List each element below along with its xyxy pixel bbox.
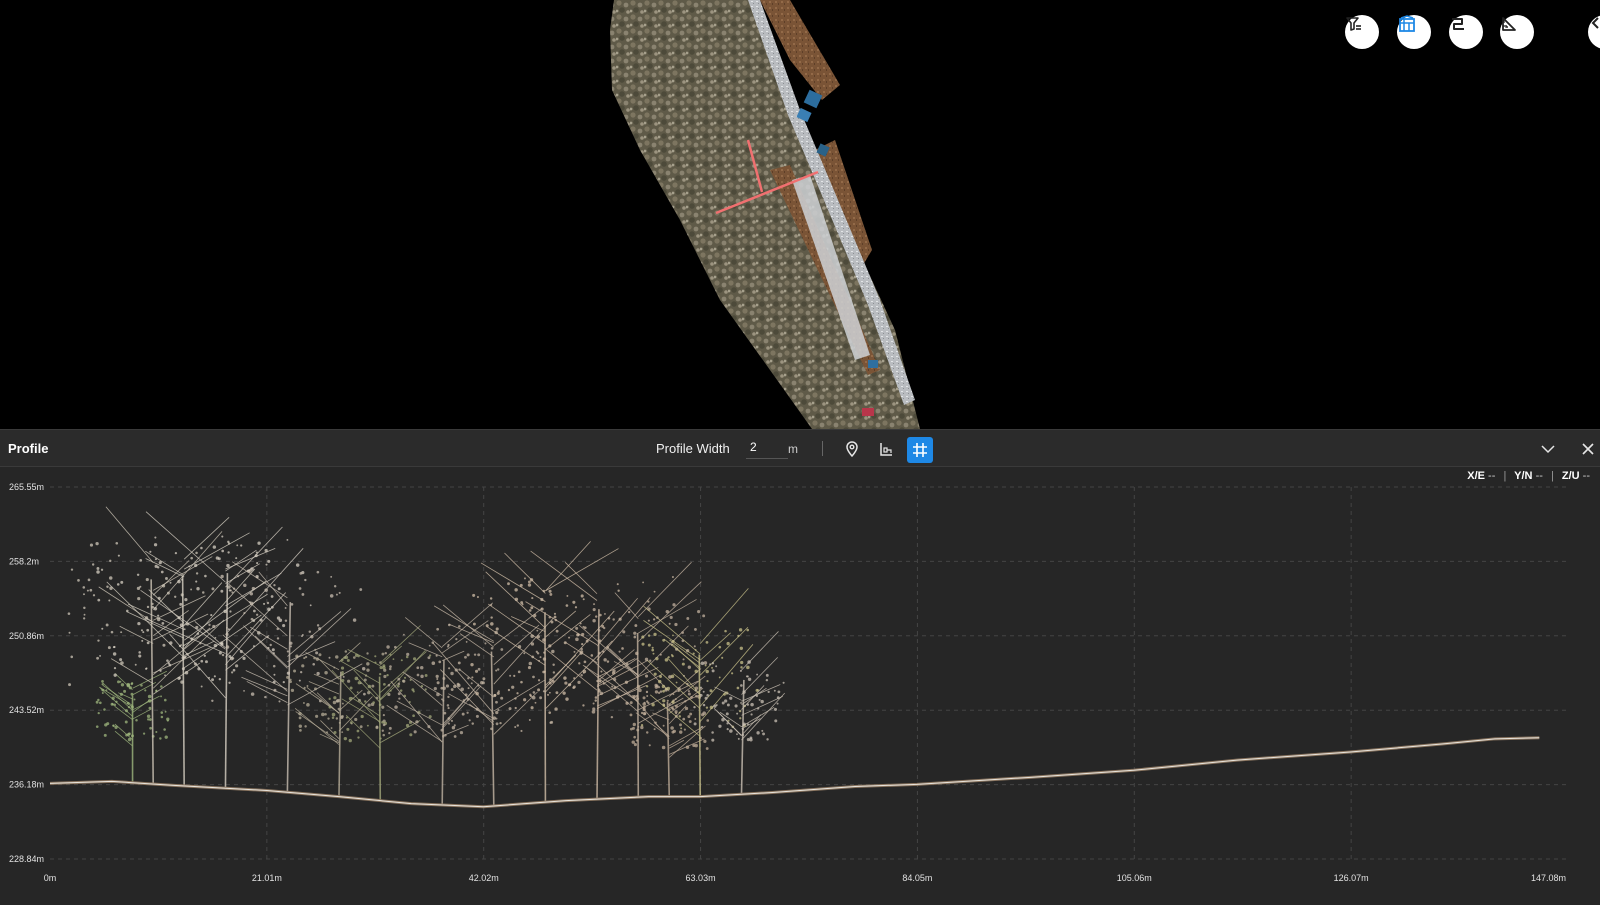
cursor-coordinates: X/E -- | Y/N -- | Z/U -- — [1467, 470, 1590, 482]
x-tick-label: 126.07m — [1334, 873, 1369, 883]
grid-icon — [913, 443, 927, 457]
profile-title: Profile — [8, 441, 49, 456]
coord-z-label: Z/U — [1561, 470, 1580, 482]
close-profile-button[interactable] — [1577, 438, 1599, 460]
tree-point-cluster — [95, 670, 170, 783]
collapse-profile-button[interactable] — [1537, 438, 1559, 460]
tree-point-cluster — [286, 642, 392, 797]
ground-profile-icon — [880, 443, 892, 456]
tree-point-cluster — [137, 511, 312, 789]
profile-panel: 0m 21.01m 42.02m 63.03m 84.05m 105.06m 126.07m… — [0, 429, 1600, 905]
ground-profile-button[interactable] — [875, 438, 897, 460]
profile-header: Profile Profile Width m — [0, 429, 1600, 467]
profile-width-label: Profile Width — [656, 441, 730, 456]
grid-toggle-button[interactable] — [907, 437, 933, 463]
x-tick-label: 21.01m — [252, 873, 282, 883]
x-tick-label: 84.05m — [902, 873, 932, 883]
y-tick-label: 258.2m — [9, 556, 39, 566]
coord-z-value: -- — [1582, 470, 1590, 482]
chevron-left-icon — [1591, 17, 1599, 29]
y-tick-label: 265.55m — [9, 482, 44, 492]
tree-point-cluster — [67, 506, 239, 785]
coord-x-value: -- — [1488, 470, 1496, 482]
building-4 — [868, 360, 878, 368]
chevron-down-icon — [1541, 445, 1555, 454]
route-icon — [1452, 18, 1464, 30]
ground-profile-line — [49, 736, 1540, 809]
profile-width-unit: m — [788, 442, 798, 456]
point-cloud-scene — [610, 0, 920, 429]
profile-plot[interactable]: 0m 21.01m 42.02m 63.03m 84.05m 105.06m 126.07m… — [0, 429, 1600, 905]
coord-x-label: X/E — [1467, 470, 1485, 482]
filter-button[interactable] — [1345, 15, 1379, 49]
close-icon — [1582, 443, 1594, 455]
building-5 — [862, 408, 874, 416]
profile-route-button[interactable] — [1449, 15, 1483, 49]
x-tick-label: 0m — [44, 873, 57, 883]
measure-button[interactable] — [1500, 15, 1534, 49]
map-layers-icon — [1399, 15, 1415, 32]
ruler-triangle-icon — [1502, 17, 1516, 31]
filter-icon — [1346, 17, 1361, 31]
map-layer-button[interactable] — [1397, 15, 1431, 49]
ground-profile-highlight — [49, 737, 1540, 808]
x-tick-label: 147.08m — [1531, 873, 1566, 883]
tree-point-cluster — [328, 625, 432, 801]
coord-y-label: Y/N — [1514, 470, 1533, 482]
point-cloud-viewport[interactable] — [0, 0, 1600, 429]
y-tick-label: 250.86m — [9, 631, 44, 641]
locate-button[interactable] — [841, 438, 863, 460]
y-tick-label: 228.84m — [9, 854, 44, 864]
map-pin-icon — [846, 441, 858, 457]
tree-point-cluster — [431, 604, 556, 806]
tree-point-cluster — [693, 631, 786, 795]
profile-width-input[interactable] — [746, 436, 788, 459]
y-tick-label: 236.18m — [9, 780, 44, 790]
coord-y-value: -- — [1535, 470, 1543, 482]
toolbar-divider — [822, 441, 823, 456]
x-tick-label: 42.02m — [469, 873, 499, 883]
x-tick-label: 105.06m — [1117, 873, 1152, 883]
y-tick-label: 243.52m — [9, 705, 44, 715]
x-tick-label: 63.03m — [686, 873, 716, 883]
tree-point-cluster — [96, 517, 271, 786]
